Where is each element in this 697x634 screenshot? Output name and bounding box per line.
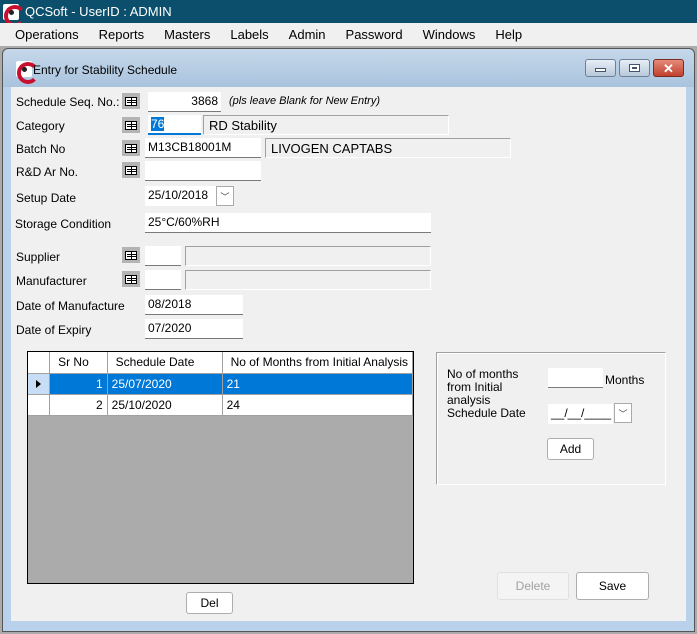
schedule-date-input[interactable]: __/__/____ xyxy=(548,404,613,424)
schedule-seq-hint: (pls leave Blank for New Entry) xyxy=(229,95,380,107)
cell-sr-no[interactable]: 2 xyxy=(49,394,108,416)
rd-ar-no-label: R&D Ar No. xyxy=(16,165,79,179)
manufacturer-lookup-button[interactable] xyxy=(122,271,140,287)
menu-help[interactable]: Help xyxy=(486,27,531,42)
cell-schedule-date[interactable]: 25/10/2020 xyxy=(107,394,223,416)
save-button[interactable]: Save xyxy=(576,572,649,600)
add-schedule-group: No of months from Initial analysis Month… xyxy=(436,352,666,485)
schedule-seq-lookup-button[interactable] xyxy=(122,93,140,109)
date-of-manufacture-label: Date of Manufacture xyxy=(16,299,125,313)
menu-reports[interactable]: Reports xyxy=(90,27,154,42)
grid-header-row: Sr No Schedule Date No of Months from In… xyxy=(28,352,414,374)
app-titlebar: QCSoft - UserID : ADMIN xyxy=(0,0,697,27)
column-header-months[interactable]: No of Months from Initial Analysis xyxy=(222,352,414,374)
stability-schedule-window: Entry for Stability Schedule ✕ Schedule … xyxy=(2,48,695,632)
batch-no-input[interactable]: M13CB18001M xyxy=(145,138,261,158)
grid-row[interactable]: 1 25/07/2020 21 xyxy=(28,373,414,395)
batch-product-name-field: LIVOGEN CAPTABS xyxy=(265,138,511,158)
chevron-down-icon: ﹀ xyxy=(618,408,628,419)
cell-schedule-date[interactable]: 25/07/2020 xyxy=(107,373,223,395)
setup-date-input[interactable]: 25/10/2018 xyxy=(145,186,217,206)
menubar: Operations Reports Masters Labels Admin … xyxy=(0,23,697,46)
manufacturer-code-input[interactable] xyxy=(145,270,181,290)
close-button[interactable]: ✕ xyxy=(653,59,684,77)
close-icon: ✕ xyxy=(663,60,674,76)
delete-button[interactable]: Delete xyxy=(497,572,569,600)
batch-lookup-button[interactable] xyxy=(122,140,140,156)
maximize-button[interactable] xyxy=(619,59,650,77)
maximize-icon xyxy=(629,64,640,72)
category-code-input[interactable]: 76 xyxy=(148,115,201,135)
storage-condition-label: Storage Condition xyxy=(15,217,112,231)
months-unit-label: Months xyxy=(605,373,645,387)
app-logo-icon xyxy=(3,3,26,27)
supplier-name-field xyxy=(185,246,431,266)
rd-ar-lookup-button[interactable] xyxy=(122,162,140,178)
book-icon xyxy=(125,274,137,284)
schedule-grid[interactable]: Sr No Schedule Date No of Months from In… xyxy=(27,351,414,584)
menu-windows[interactable]: Windows xyxy=(414,27,485,42)
rd-ar-no-input[interactable] xyxy=(145,161,261,181)
manufacturer-label: Manufacturer xyxy=(16,274,87,288)
chevron-down-icon: ﹀ xyxy=(220,191,230,202)
add-button[interactable]: Add xyxy=(547,438,594,460)
del-row-button[interactable]: Del xyxy=(186,592,233,614)
grid-row-header-corner xyxy=(28,352,51,374)
supplier-code-input[interactable] xyxy=(145,246,181,266)
column-header-sr-no[interactable]: Sr No xyxy=(49,352,108,374)
row-header[interactable] xyxy=(28,394,51,416)
schedule-date-label: Schedule Date xyxy=(447,406,526,420)
batch-no-label: Batch No xyxy=(16,142,66,156)
book-icon xyxy=(125,96,137,106)
menu-labels[interactable]: Labels xyxy=(221,27,277,42)
storage-condition-input[interactable]: 25°C/60%RH xyxy=(145,213,431,233)
book-icon xyxy=(125,165,137,175)
schedule-seq-input[interactable]: 3868 xyxy=(148,92,221,112)
app-title: QCSoft - UserID : ADMIN xyxy=(25,4,172,19)
current-row-arrow-icon xyxy=(36,379,41,388)
grid-row[interactable]: 2 25/10/2020 24 xyxy=(28,394,414,416)
cell-months[interactable]: 21 xyxy=(222,373,414,395)
date-of-expiry-label: Date of Expiry xyxy=(16,323,92,337)
menu-masters[interactable]: Masters xyxy=(155,27,219,42)
minimize-button[interactable] xyxy=(585,59,616,77)
months-from-initial-label: No of months from Initial analysis xyxy=(447,367,519,407)
window-title: Entry for Stability Schedule xyxy=(33,63,178,77)
months-input[interactable] xyxy=(548,368,603,388)
book-icon xyxy=(125,120,137,130)
category-label: Category xyxy=(16,119,65,133)
column-header-schedule-date[interactable]: Schedule Date xyxy=(107,352,223,374)
date-of-manufacture-input[interactable]: 08/2018 xyxy=(145,295,243,315)
manufacturer-name-field xyxy=(185,270,431,290)
form-body: Schedule Seq. No.: 3868 (pls leave Blank… xyxy=(11,87,686,621)
menu-operations[interactable]: Operations xyxy=(6,27,88,42)
cell-months[interactable]: 24 xyxy=(222,394,414,416)
schedule-seq-label: Schedule Seq. No.: xyxy=(16,95,120,109)
date-of-expiry-input[interactable]: 07/2020 xyxy=(145,319,243,339)
category-name-field: RD Stability xyxy=(203,115,449,135)
menu-admin[interactable]: Admin xyxy=(280,27,335,42)
supplier-label: Supplier xyxy=(16,250,61,264)
setup-date-label: Setup Date xyxy=(16,191,77,205)
setup-date-dropdown-button[interactable]: ﹀ xyxy=(216,186,234,206)
window-logo-icon xyxy=(16,61,39,84)
menu-password[interactable]: Password xyxy=(337,27,412,42)
book-icon xyxy=(125,250,137,260)
book-icon xyxy=(125,143,137,153)
window-titlebar: Entry for Stability Schedule ✕ xyxy=(3,49,694,87)
category-lookup-button[interactable] xyxy=(122,117,140,133)
row-header[interactable] xyxy=(28,373,51,395)
cell-sr-no[interactable]: 1 xyxy=(49,373,108,395)
supplier-lookup-button[interactable] xyxy=(122,247,140,263)
minimize-icon xyxy=(595,68,606,72)
schedule-date-dropdown-button[interactable]: ﹀ xyxy=(614,403,632,423)
